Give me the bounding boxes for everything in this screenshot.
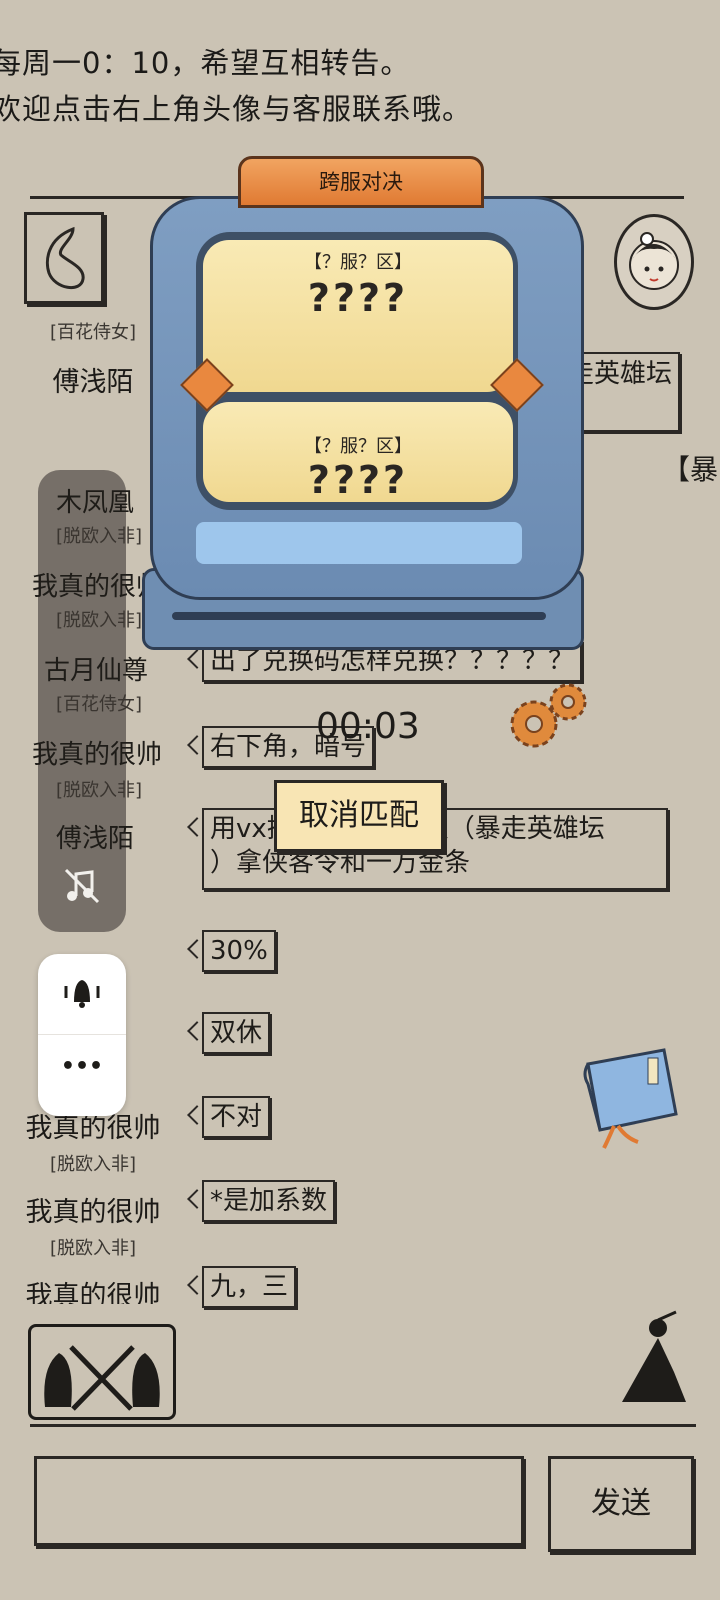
chat-user-tag: [脱欧入非] (49, 1154, 137, 1175)
send-button[interactable]: 发送 (548, 1456, 694, 1552)
top-opponent-card: 【？服？区】 ???? (203, 240, 513, 392)
match-timer: 00:03 (316, 706, 420, 747)
chat-user-name[interactable]: 我真的很帅 (18, 1274, 168, 1304)
more-icon[interactable]: ••• (38, 1054, 126, 1079)
notice-line-2: 欢迎点击右上角头像与客服联系哦。 (0, 92, 473, 126)
match-progress-bar (196, 522, 522, 564)
scroll-book-icon[interactable] (578, 1044, 688, 1154)
panel-tag: [脱欧入非] (56, 526, 143, 547)
panel-tag: [百花侍女] (56, 694, 143, 715)
chat-message-bubble: 30% (202, 930, 276, 972)
panel-name[interactable]: 古月仙尊 (44, 650, 148, 687)
chat-message-bubble: 九，三 (202, 1266, 297, 1308)
system-banner: 【暴 (662, 453, 719, 486)
meditating-figure-icon[interactable] (618, 1310, 690, 1410)
vibrate-bell-icon[interactable] (60, 972, 104, 1012)
chat-message-bubble: *是加系数 (202, 1180, 336, 1222)
gears-icon[interactable] (498, 678, 598, 758)
top-server-label: 【？服？区】 (304, 252, 412, 273)
bottom-server-label: 【？服？区】 (304, 436, 412, 457)
panel-tag: [脱欧入非] (56, 780, 143, 801)
panel-tag: [脱欧入非] (56, 610, 143, 631)
chat-user-name[interactable]: 我真的很帅 (18, 1190, 168, 1229)
notice-line-1: 每周一0：10，希望互相转告。 (0, 46, 411, 80)
back-arrow-icon (45, 226, 85, 289)
chat-message-bubble: 不对 (202, 1096, 271, 1138)
panel-name[interactable]: 我真的很帅 (32, 734, 162, 771)
panel-name[interactable]: 木凤凰 (56, 482, 134, 519)
chat-user-name[interactable]: 傅浅陌 (18, 360, 168, 399)
bottom-opponent-card: 【？服？区】 ???? (203, 402, 513, 502)
avatar-girl-icon (629, 232, 679, 290)
footer-divider (30, 1424, 696, 1427)
menu-divider (38, 1034, 126, 1035)
top-opponent-name: ???? (307, 276, 409, 320)
back-button[interactable] (24, 212, 104, 304)
floating-menu: ••• (38, 954, 126, 1116)
bottom-opponent-name: ???? (307, 458, 409, 502)
cancel-match-button[interactable]: 取消匹配 (274, 780, 444, 852)
chat-user-tag: [百花侍女] (49, 322, 137, 343)
chat-user-tag: [脱欧入非] (49, 1238, 137, 1259)
crossed-swords-icon (44, 1345, 160, 1411)
panel-name[interactable]: 傅浅陌 (56, 818, 134, 855)
customer-service-avatar[interactable] (614, 214, 694, 310)
match-dialog-title: 跨服对决 (319, 170, 403, 194)
battle-button[interactable] (28, 1324, 176, 1420)
chat-input[interactable] (34, 1456, 524, 1546)
monitor-slot (172, 612, 546, 620)
chat-message-bubble: 双休 (202, 1012, 271, 1054)
music-off-icon[interactable] (62, 866, 102, 906)
